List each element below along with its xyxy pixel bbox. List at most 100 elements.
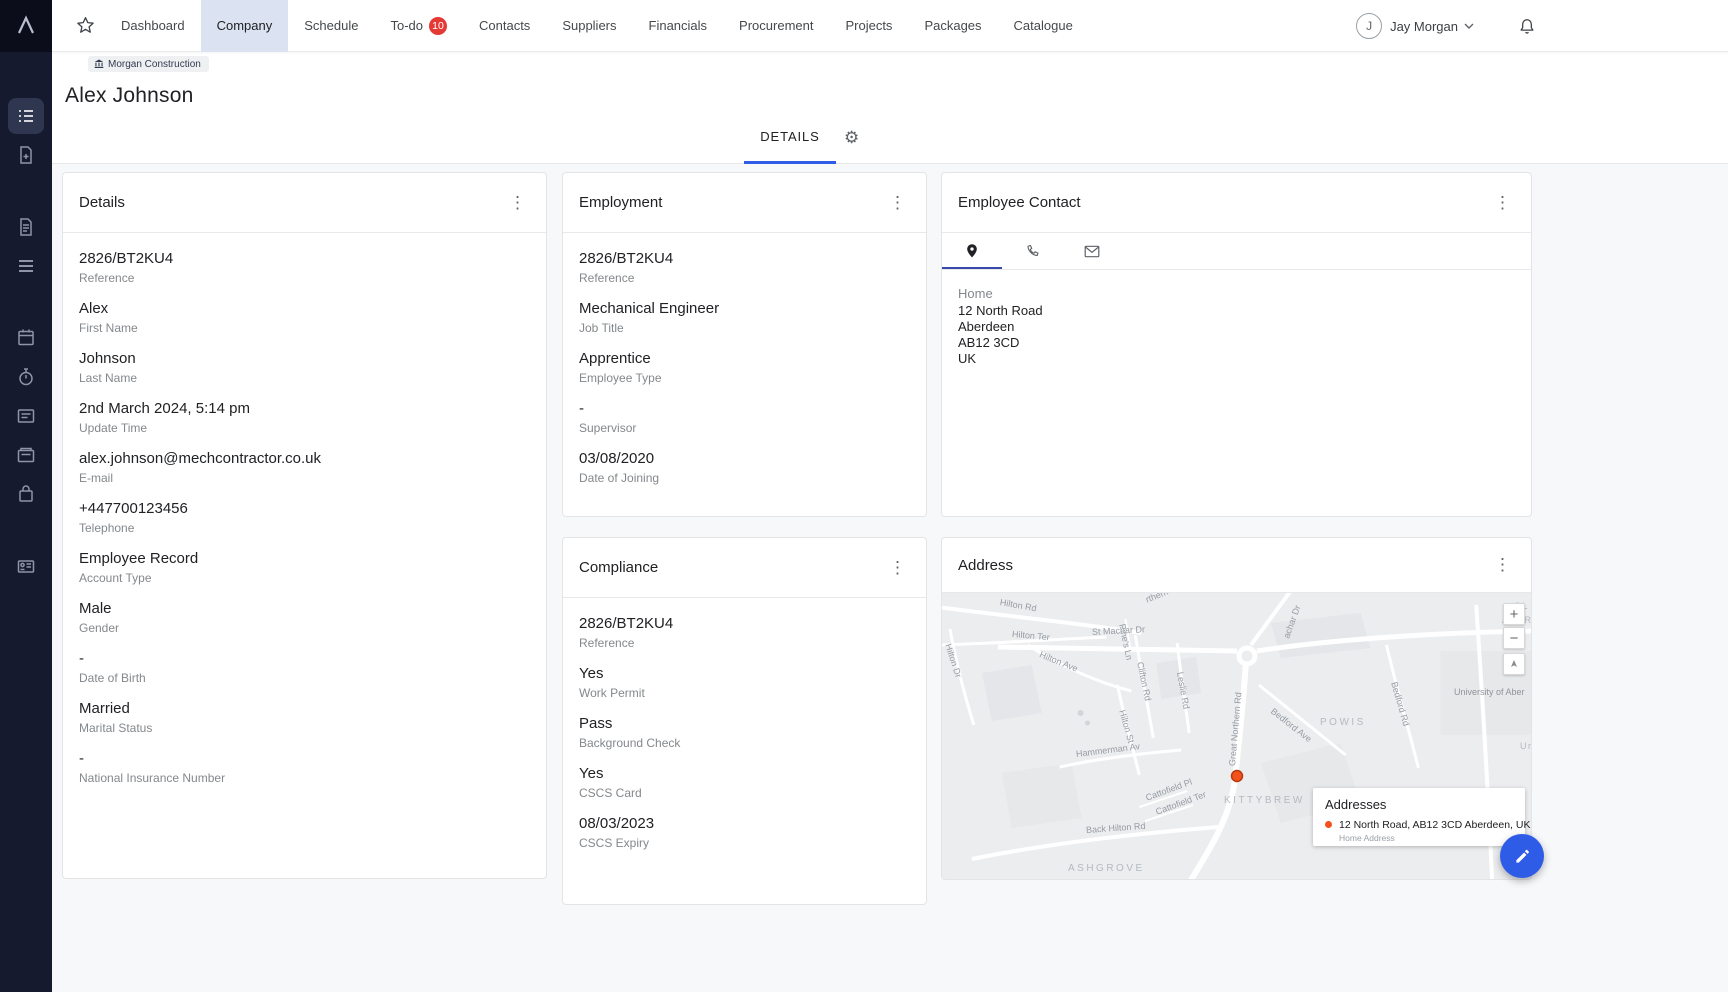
bearing-arrow-icon — [1509, 659, 1519, 669]
address-card: Address ⋮ — [941, 537, 1532, 880]
overlay-address-text: 12 North Road, AB12 3CD Aberdeen, UK — [1339, 819, 1530, 831]
employee-contact-card: Employee Contact ⋮ Home 12 North Road Ab… — [941, 172, 1532, 517]
nav-procurement[interactable]: Procurement — [723, 0, 829, 52]
map-bearing-button[interactable] — [1503, 653, 1525, 675]
list-icon — [16, 106, 36, 126]
nav-company[interactable]: Company — [201, 0, 289, 52]
field-account-type: Employee RecordAccount Type — [79, 549, 530, 587]
compliance-kebab-menu-icon[interactable]: ⋮ — [883, 556, 912, 580]
page-header: Morgan Construction Alex Johnson DETAILS… — [52, 52, 1728, 164]
sidebar-item-list[interactable] — [8, 98, 44, 134]
field-telephone: +447700123456Telephone — [79, 499, 530, 537]
field-gender: MaleGender — [79, 599, 530, 637]
nav-financials[interactable]: Financials — [633, 0, 724, 52]
timer-icon[interactable] — [16, 367, 36, 387]
calendar-icon[interactable] — [16, 327, 36, 347]
field-first-name: AlexFirst Name — [79, 299, 530, 337]
map-label: ASHGROVE — [1068, 863, 1145, 874]
address-type-label: Home — [958, 286, 1515, 301]
tab-address[interactable] — [942, 233, 1002, 269]
field-marital-status: MarriedMarital Status — [79, 699, 530, 737]
field-reference: 2826/BT2KU4Reference — [79, 249, 530, 287]
field-email: alex.johnson@mechcontractor.co.ukE-mail — [79, 449, 530, 487]
details-card-title: Details — [79, 194, 125, 211]
nav-todo-label: To-do — [390, 18, 423, 33]
address-line-postcode: AB12 3CD — [958, 335, 1515, 351]
nav-dashboard[interactable]: Dashboard — [105, 0, 201, 52]
address-marker-dot-icon — [1325, 821, 1332, 828]
nav-catalogue[interactable]: Catalogue — [998, 0, 1089, 52]
contact-method-tabs — [942, 233, 1531, 270]
notifications-bell-icon[interactable] — [1518, 17, 1536, 36]
card-stack-icon[interactable] — [16, 445, 36, 465]
sidebar — [0, 0, 52, 992]
bag-icon[interactable] — [16, 484, 36, 504]
card-lines-icon[interactable] — [16, 406, 36, 426]
field-comp-reference: 2826/BT2KU4Reference — [579, 614, 910, 652]
user-name[interactable]: Jay Morgan — [1390, 19, 1458, 34]
document-icon[interactable] — [16, 217, 36, 237]
field-cscs-expiry: 08/03/2023CSCS Expiry — [579, 814, 910, 852]
phone-icon — [1025, 244, 1040, 259]
favorite-star-icon[interactable] — [76, 16, 95, 35]
address-card-title: Address — [958, 557, 1013, 574]
employment-kebab-menu-icon[interactable]: ⋮ — [883, 191, 912, 215]
employment-card-title: Employment — [579, 194, 662, 211]
tab-details[interactable]: DETAILS — [744, 122, 836, 164]
employee-contact-kebab-menu-icon[interactable]: ⋮ — [1488, 191, 1517, 215]
field-supervisor: -Supervisor — [579, 399, 910, 437]
rows-icon[interactable] — [16, 256, 36, 276]
edit-fab-button[interactable] — [1500, 834, 1544, 878]
address-line-city: Aberdeen — [958, 319, 1515, 335]
map-marker — [1232, 771, 1243, 782]
logo-icon — [14, 14, 38, 38]
field-job-title: Mechanical EngineerJob Title — [579, 299, 910, 337]
map-label: University of Aber — [1454, 687, 1525, 697]
nav-packages[interactable]: Packages — [908, 0, 997, 52]
tab-email[interactable] — [1062, 233, 1122, 269]
address-line-country: UK — [958, 351, 1515, 367]
breadcrumb[interactable]: Morgan Construction — [88, 56, 209, 72]
pencil-icon — [1514, 848, 1531, 865]
map-label: Ur — [1520, 741, 1531, 751]
field-cscs-card: YesCSCS Card — [579, 764, 910, 802]
tab-phone[interactable] — [1002, 233, 1062, 269]
tab-active-underline — [744, 161, 836, 164]
field-ni-number: -National Insurance Number — [79, 749, 530, 787]
address-kebab-menu-icon[interactable]: ⋮ — [1488, 553, 1517, 577]
map-label: POWIS — [1320, 717, 1366, 728]
zoom-out-button[interactable]: − — [1503, 627, 1525, 649]
file-add-icon[interactable] — [16, 145, 36, 165]
map-canvas[interactable]: Hilton Rd rthern Rd achar Dr OL ABER Hil… — [942, 593, 1531, 880]
user-avatar[interactable]: J — [1356, 13, 1382, 39]
employment-card: Employment ⋮ 2826/BT2KU4Reference Mechan… — [562, 172, 927, 517]
employee-contact-card-title: Employee Contact — [958, 194, 1081, 211]
chevron-down-icon[interactable] — [1464, 23, 1474, 29]
details-kebab-menu-icon[interactable]: ⋮ — [503, 191, 532, 215]
field-update-time: 2nd March 2024, 5:14 pmUpdate Time — [79, 399, 530, 437]
page-title: Alex Johnson — [65, 84, 193, 108]
todo-count-badge: 10 — [429, 17, 447, 35]
field-work-permit: YesWork Permit — [579, 664, 910, 702]
nav-suppliers[interactable]: Suppliers — [546, 0, 632, 52]
tab-details-label: DETAILS — [760, 129, 820, 144]
field-last-name: JohnsonLast Name — [79, 349, 530, 387]
nav-projects[interactable]: Projects — [829, 0, 908, 52]
field-employee-type: ApprenticeEmployee Type — [579, 349, 910, 387]
location-pin-icon — [964, 243, 980, 259]
nav-todo[interactable]: To-do 10 — [374, 0, 463, 52]
id-card-icon[interactable] — [16, 556, 36, 576]
details-card: Details ⋮ 2826/BT2KU4Reference AlexFirst… — [62, 172, 547, 879]
field-date-of-joining: 03/08/2020Date of Joining — [579, 449, 910, 487]
addresses-overlay-row[interactable]: 12 North Road, AB12 3CD Aberdeen, UK Hom… — [1325, 819, 1513, 843]
nav-contacts[interactable]: Contacts — [463, 0, 546, 52]
zoom-in-button[interactable]: + — [1503, 603, 1525, 625]
field-date-of-birth: -Date of Birth — [79, 649, 530, 687]
app-logo[interactable] — [0, 0, 52, 52]
tab-settings-gear-icon[interactable]: ⚙ — [844, 128, 859, 148]
nav-schedule[interactable]: Schedule — [288, 0, 374, 52]
company-building-icon — [94, 59, 104, 69]
map-zoom-controls: + − — [1503, 603, 1525, 675]
mail-icon — [1084, 245, 1100, 258]
field-background-check: PassBackground Check — [579, 714, 910, 752]
